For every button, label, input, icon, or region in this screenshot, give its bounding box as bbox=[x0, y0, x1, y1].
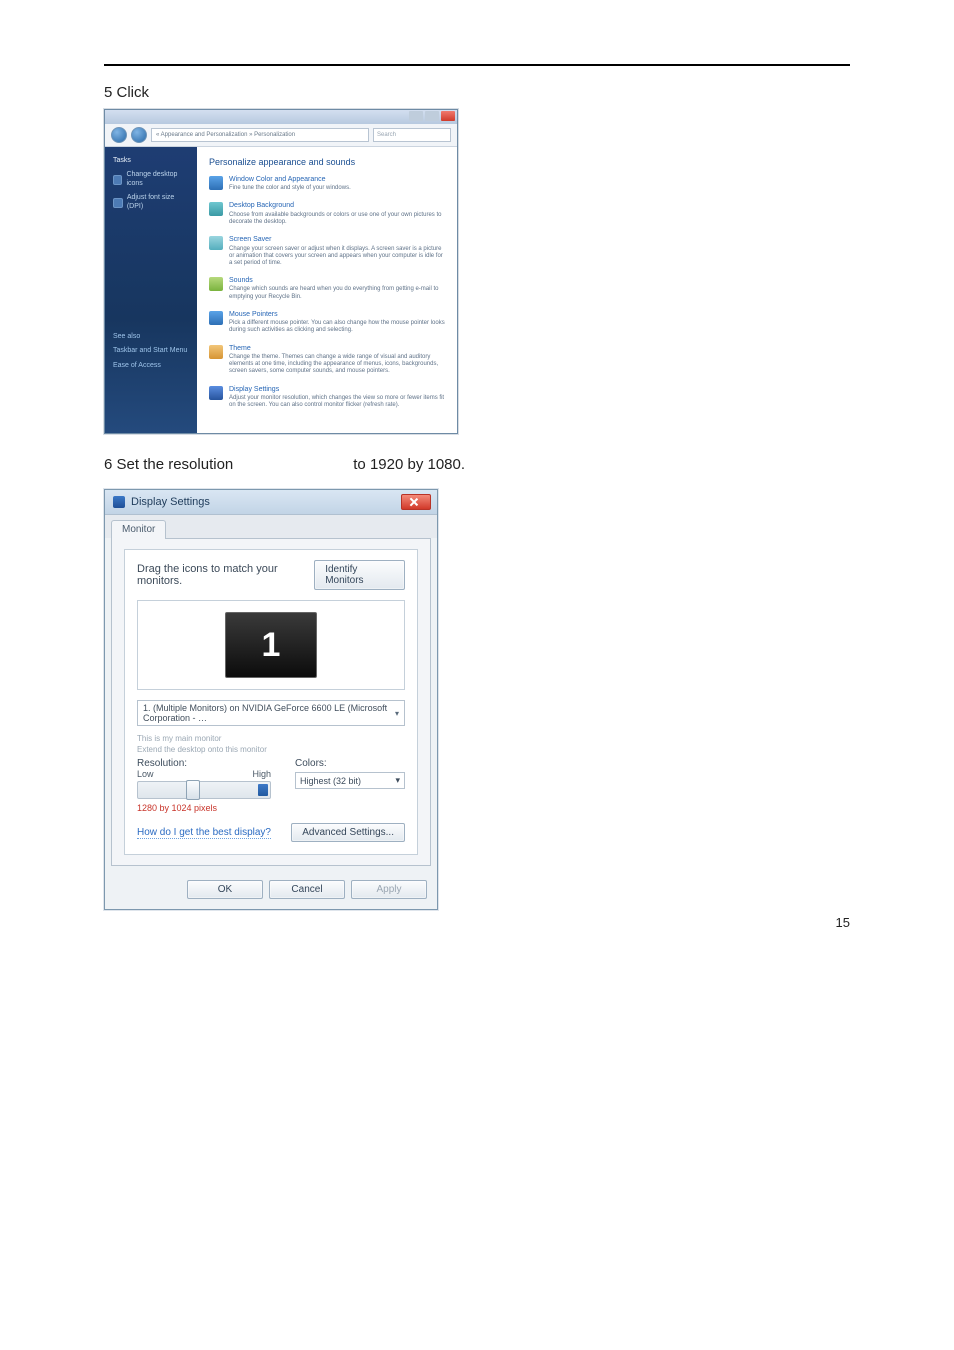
dialog-title: Display Settings bbox=[131, 496, 210, 508]
tab-monitor[interactable]: Monitor bbox=[111, 520, 166, 539]
main-monitor-checkbox: This is my main monitor bbox=[137, 734, 405, 743]
window-buttons bbox=[409, 111, 455, 121]
extend-desktop-checkbox: Extend the desktop onto this monitor bbox=[137, 745, 405, 754]
step-5-text: 5 Click bbox=[104, 84, 850, 101]
apply-button: Apply bbox=[351, 880, 427, 899]
monitor-1-icon[interactable]: 1 bbox=[225, 612, 317, 678]
item-screen-saver[interactable]: Screen SaverChange your screen saver or … bbox=[209, 236, 445, 267]
step-6-suffix: to 1920 by 1080. bbox=[353, 456, 465, 473]
personalization-window: « Appearance and Personalization » Perso… bbox=[104, 109, 458, 434]
resolution-label: Resolution: bbox=[137, 758, 271, 769]
item-mouse-pointers[interactable]: Mouse PointersPick a different mouse poi… bbox=[209, 311, 445, 335]
drag-label: Drag the icons to match your monitors. bbox=[137, 563, 314, 587]
slider-high-label: High bbox=[252, 769, 271, 779]
page-number: 15 bbox=[836, 915, 850, 930]
tab-strip: Monitor bbox=[105, 515, 437, 538]
chevron-down-icon: ▾ bbox=[395, 775, 400, 786]
slider-low-label: Low bbox=[137, 769, 154, 779]
slider-thumb[interactable] bbox=[186, 780, 200, 800]
chevron-down-icon: ▾ bbox=[395, 709, 399, 718]
item-window-color[interactable]: Window Color and AppearanceFine tune the… bbox=[209, 176, 445, 193]
folder-icon bbox=[113, 198, 123, 208]
maximize-button[interactable] bbox=[425, 111, 439, 121]
ok-button[interactable]: OK bbox=[187, 880, 263, 899]
sidebar-link[interactable]: Adjust font size (DPI) bbox=[113, 194, 191, 211]
display-settings-dialog: Display Settings Monitor Drag the icons … bbox=[104, 489, 438, 910]
item-sounds[interactable]: SoundsChange which sounds are heard when… bbox=[209, 277, 445, 301]
minimize-button[interactable] bbox=[409, 111, 423, 121]
theme-icon bbox=[209, 345, 223, 359]
mouse-pointer-icon bbox=[209, 311, 223, 325]
monitor-stage[interactable]: 1 bbox=[137, 600, 405, 690]
main-panel: Personalize appearance and sounds Window… bbox=[197, 147, 457, 433]
see-also-header: See also bbox=[113, 333, 191, 341]
colors-label: Colors: bbox=[295, 758, 405, 769]
resolution-slider[interactable] bbox=[137, 781, 271, 799]
search-input[interactable]: Search bbox=[373, 128, 451, 142]
breadcrumb[interactable]: « Appearance and Personalization » Perso… bbox=[151, 128, 369, 142]
sounds-icon bbox=[209, 277, 223, 291]
advanced-settings-button[interactable]: Advanced Settings... bbox=[291, 823, 405, 842]
step-6-text: 6 Set the resolution bbox=[104, 456, 233, 473]
sidebar: Tasks Change desktop icons Adjust font s… bbox=[105, 147, 197, 433]
monitor-dropdown[interactable]: 1. (Multiple Monitors) on NVIDIA GeForce… bbox=[137, 700, 405, 726]
sidebar-header: Tasks bbox=[113, 157, 191, 165]
display-settings-icon bbox=[209, 386, 223, 400]
identify-monitors-button[interactable]: Identify Monitors bbox=[314, 560, 405, 590]
see-also-link[interactable]: Ease of Access bbox=[113, 362, 191, 370]
item-theme[interactable]: ThemeChange the theme. Themes can change… bbox=[209, 345, 445, 376]
panel-title: Personalize appearance and sounds bbox=[209, 157, 445, 168]
sidebar-link[interactable]: Change desktop icons bbox=[113, 171, 191, 188]
dialog-buttons: OK Cancel Apply bbox=[105, 872, 437, 909]
see-also-link[interactable]: Taskbar and Start Menu bbox=[113, 347, 191, 355]
tab-panel: Drag the icons to match your monitors. I… bbox=[111, 538, 431, 866]
help-link[interactable]: How do I get the best display? bbox=[137, 827, 271, 839]
forward-button[interactable] bbox=[131, 127, 147, 143]
item-display-settings[interactable]: Display SettingsAdjust your monitor reso… bbox=[209, 386, 445, 410]
screen-saver-icon bbox=[209, 236, 223, 250]
window-titlebar bbox=[105, 110, 457, 124]
resolution-value: 1280 by 1024 pixels bbox=[137, 803, 271, 813]
close-button[interactable] bbox=[441, 111, 455, 121]
display-icon bbox=[113, 496, 125, 508]
colors-dropdown[interactable]: Highest (32 bit)▾ bbox=[295, 772, 405, 789]
back-button[interactable] bbox=[111, 127, 127, 143]
item-desktop-background[interactable]: Desktop BackgroundChoose from available … bbox=[209, 202, 445, 226]
desktop-background-icon bbox=[209, 202, 223, 216]
nav-bar: « Appearance and Personalization » Perso… bbox=[105, 124, 457, 147]
window-color-icon bbox=[209, 176, 223, 190]
dialog-titlebar: Display Settings bbox=[105, 490, 437, 515]
close-button[interactable] bbox=[401, 494, 431, 510]
slider-end-icon bbox=[258, 784, 268, 796]
horizontal-rule bbox=[104, 64, 850, 66]
cancel-button[interactable]: Cancel bbox=[269, 880, 345, 899]
folder-icon bbox=[113, 175, 122, 185]
